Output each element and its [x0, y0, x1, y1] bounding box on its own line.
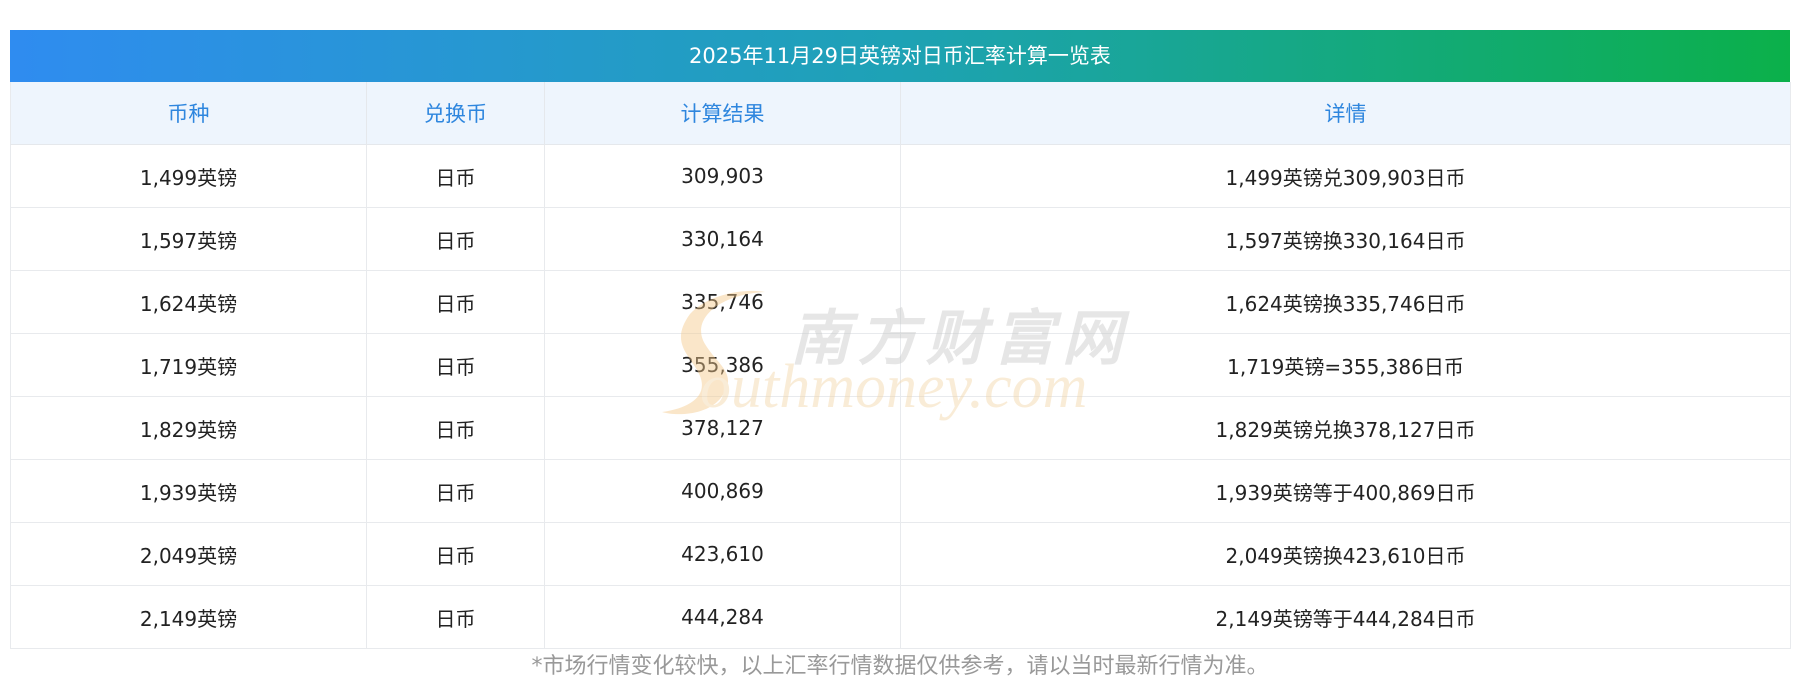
cell-result: 378,127 — [544, 396, 901, 460]
header-target-currency: 兑换币 — [366, 82, 545, 145]
cell-target-currency: 日币 — [366, 333, 545, 397]
disclaimer-note: *市场行情变化较快，以上汇率行情数据仅供参考，请以当时最新行情为准。 — [531, 654, 1269, 679]
cell-target-currency: 日币 — [366, 207, 545, 271]
cell-result: 423,610 — [544, 522, 901, 586]
rate-table: 币种 兑换币 计算结果 详情 1,499英镑 日币 309,903 1,499英… — [10, 82, 1791, 649]
cell-target-currency: 日币 — [366, 396, 545, 460]
table-row: 2,149英镑 日币 444,284 2,149英镑等于444,284日币 — [10, 585, 1791, 649]
cell-details: 2,049英镑换423,610日币 — [900, 522, 1791, 586]
cell-details: 1,597英镑换330,164日币 — [900, 207, 1791, 271]
cell-details: 1,829英镑兑换378,127日币 — [900, 396, 1791, 460]
cell-target-currency: 日币 — [366, 459, 545, 523]
table-row: 1,829英镑 日币 378,127 1,829英镑兑换378,127日币 — [10, 396, 1791, 460]
table-row: 1,939英镑 日币 400,869 1,939英镑等于400,869日币 — [10, 459, 1791, 523]
header-result: 计算结果 — [544, 82, 901, 145]
table-header-row: 币种 兑换币 计算结果 详情 — [10, 82, 1791, 145]
cell-details: 1,624英镑换335,746日币 — [900, 270, 1791, 334]
cell-currency: 1,719英镑 — [10, 333, 367, 397]
cell-details: 1,719英镑=355,386日币 — [900, 333, 1791, 397]
cell-currency: 1,624英镑 — [10, 270, 367, 334]
header-currency: 币种 — [10, 82, 367, 145]
cell-currency: 1,829英镑 — [10, 396, 367, 460]
table-title: 2025年11月29日英镑对日币汇率计算一览表 — [10, 30, 1790, 82]
table-row: 1,624英镑 日币 335,746 1,624英镑换335,746日币 — [10, 270, 1791, 334]
cell-result: 444,284 — [544, 585, 901, 649]
cell-result: 335,746 — [544, 270, 901, 334]
cell-result: 355,386 — [544, 333, 901, 397]
rate-table-container: 2025年11月29日英镑对日币汇率计算一览表 币种 兑换币 计算结果 详情 1… — [10, 30, 1791, 649]
cell-result: 330,164 — [544, 207, 901, 271]
cell-details: 1,499英镑兑309,903日币 — [900, 144, 1791, 208]
cell-target-currency: 日币 — [366, 270, 545, 334]
cell-result: 309,903 — [544, 144, 901, 208]
cell-currency: 1,597英镑 — [10, 207, 367, 271]
table-row: 1,597英镑 日币 330,164 1,597英镑换330,164日币 — [10, 207, 1791, 271]
cell-currency: 1,939英镑 — [10, 459, 367, 523]
cell-currency: 2,149英镑 — [10, 585, 367, 649]
cell-result: 400,869 — [544, 459, 901, 523]
cell-currency: 1,499英镑 — [10, 144, 367, 208]
cell-currency: 2,049英镑 — [10, 522, 367, 586]
cell-target-currency: 日币 — [366, 522, 545, 586]
table-row: 1,719英镑 日币 355,386 1,719英镑=355,386日币 — [10, 333, 1791, 397]
cell-target-currency: 日币 — [366, 144, 545, 208]
cell-details: 2,149英镑等于444,284日币 — [900, 585, 1791, 649]
header-details: 详情 — [900, 82, 1791, 145]
table-row: 1,499英镑 日币 309,903 1,499英镑兑309,903日币 — [10, 144, 1791, 208]
cell-target-currency: 日币 — [366, 585, 545, 649]
table-row: 2,049英镑 日币 423,610 2,049英镑换423,610日币 — [10, 522, 1791, 586]
cell-details: 1,939英镑等于400,869日币 — [900, 459, 1791, 523]
